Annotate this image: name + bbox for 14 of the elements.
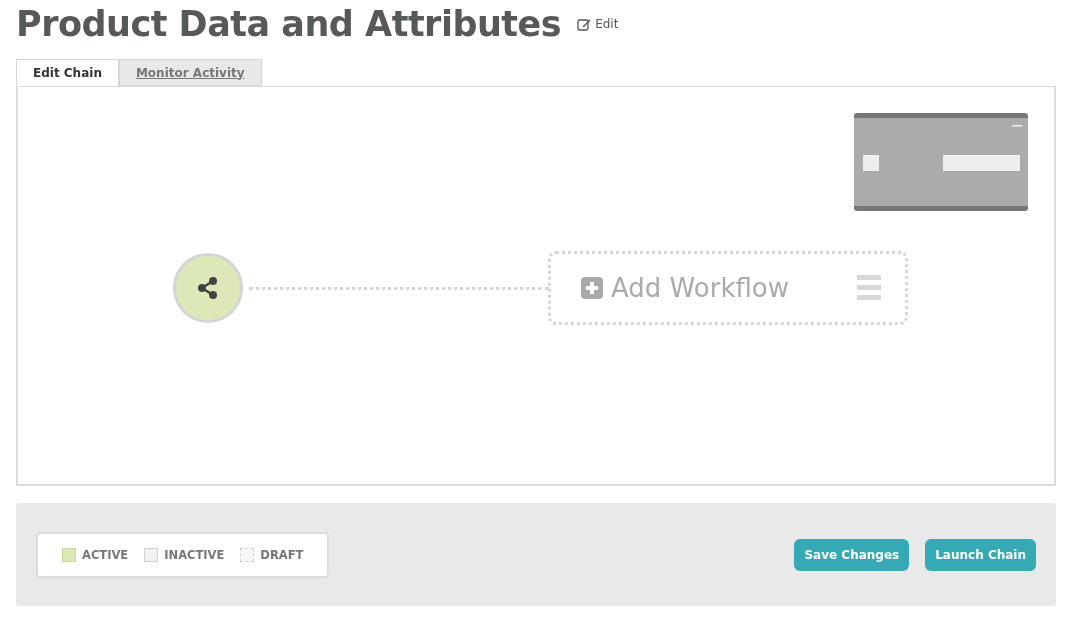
legend-label: DRAFT bbox=[260, 547, 304, 562]
legend-label: INACTIVE bbox=[164, 547, 225, 562]
action-button[interactable]: Launch Chain bbox=[925, 538, 1036, 571]
tab[interactable]: Monitor Activity bbox=[118, 59, 262, 86]
add-workflow-node[interactable]: Add Workflow bbox=[548, 251, 908, 325]
legend-label: ACTIVE bbox=[82, 547, 129, 562]
add-workflow-label: Add Workflow bbox=[611, 273, 790, 303]
edit-link[interactable]: Edit bbox=[577, 17, 619, 31]
tab[interactable]: Edit Chain bbox=[16, 59, 119, 86]
page-title: Product Data and Attributes bbox=[16, 4, 562, 44]
edit-icon bbox=[577, 17, 592, 31]
share-icon bbox=[196, 276, 220, 300]
action-button[interactable]: Save Changes bbox=[794, 538, 910, 571]
plus-icon bbox=[581, 277, 603, 299]
